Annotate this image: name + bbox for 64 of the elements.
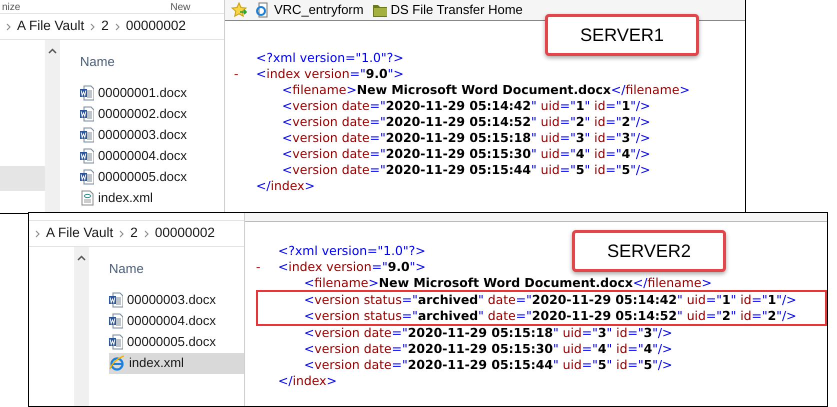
xml-line: </index> xyxy=(256,176,315,195)
word-document-icon xyxy=(109,313,123,329)
name-column-header[interactable]: Name xyxy=(80,52,224,72)
chevron-icon xyxy=(90,22,96,30)
server-label: SERVER1 xyxy=(545,14,699,56)
chevron-icon xyxy=(114,22,120,30)
xml-line: <version date="2020-11-29 05:14:42" uid="1" id="1"/> xyxy=(282,96,650,115)
xml-line: <version status="archived" date="2020-11-29 05:14:52" uid="2" id="2"/> xyxy=(304,306,797,325)
file-row[interactable]: 00000001.docx xyxy=(80,82,224,104)
breadcrumb-item[interactable]: 2 xyxy=(101,16,109,37)
file-row[interactable]: 00000003.docx xyxy=(80,124,224,146)
file-row[interactable]: index.xml xyxy=(109,352,244,374)
xml-line: <version date="2020-11-29 05:15:30" uid="4" id="4"/> xyxy=(282,144,650,163)
xml-line: <version date="2020-11-29 05:15:44" uid="5" id="5"/> xyxy=(304,356,672,374)
chevron-icon xyxy=(35,230,40,238)
chevron-icon xyxy=(6,22,11,30)
browser-e-icon xyxy=(109,355,125,371)
xml-line: </index> xyxy=(278,372,337,390)
file-row[interactable]: 00000004.docx xyxy=(109,310,244,332)
xml-line: <?xml version="1.0"?> xyxy=(256,48,404,67)
name-column-header[interactable]: Name xyxy=(109,259,244,278)
file-row[interactable]: 00000005.docx xyxy=(109,332,244,352)
xml-line: <filename>New Microsoft Word Document.docx</filename> xyxy=(304,274,712,292)
xml-line: <version date="2020-11-29 05:15:44" uid="5" id="5"/> xyxy=(282,160,650,179)
chevron-icon xyxy=(119,230,124,238)
xml-line: <?xml version="1.0"?> xyxy=(278,242,426,260)
favorites-star-icon[interactable] xyxy=(231,2,247,18)
file-row[interactable]: index.xml xyxy=(80,188,224,208)
ribbon-label[interactable]: nize xyxy=(2,3,20,13)
file-row[interactable]: 00000002.docx xyxy=(80,104,224,124)
xml-line: <index version="9.0"> xyxy=(278,258,426,276)
xml-line: <filename>New Microsoft Word Document.docx</filename> xyxy=(282,80,690,99)
file-row[interactable]: 00000004.docx xyxy=(80,146,224,166)
server-label: SERVER2 xyxy=(572,230,726,272)
xml-line: <version date="2020-11-29 05:14:52" uid="2" id="2"/> xyxy=(282,112,650,131)
breadcrumb-item[interactable]: 00000002 xyxy=(126,16,186,37)
favorite-link[interactable]: DS File Transfer Home xyxy=(372,0,523,20)
ribbon-label[interactable]: New xyxy=(170,3,190,13)
file-row[interactable]: 00000003.docx xyxy=(109,290,244,310)
word-document-icon xyxy=(80,106,94,122)
word-document-icon xyxy=(109,334,123,350)
breadcrumb-item[interactable]: A File Vault xyxy=(46,223,114,244)
word-document-icon xyxy=(80,148,94,164)
xml-line: <index version="9.0"> xyxy=(256,64,404,83)
scroll-up-icon[interactable] xyxy=(48,48,57,54)
word-document-icon xyxy=(80,85,94,101)
breadcrumb-item[interactable]: 00000002 xyxy=(154,223,215,244)
xml-line: <version date="2020-11-29 05:15:30" uid="4" id="4"/> xyxy=(304,340,672,358)
xml-line: <version status="archived" date="2020-11-29 05:14:42" uid="1" id="1"/> xyxy=(304,290,797,309)
scroll-up-icon[interactable] xyxy=(77,255,86,261)
breadcrumb-item[interactable]: A File Vault xyxy=(17,16,84,37)
collapse-toggle[interactable]: - xyxy=(256,258,260,274)
word-document-icon xyxy=(80,127,94,143)
folder-icon xyxy=(372,2,388,18)
word-document-icon xyxy=(80,169,94,185)
xml-line: <version date="2020-11-29 05:15:18" uid="3" id="3"/> xyxy=(282,128,650,147)
word-document-icon xyxy=(109,292,123,308)
xml-line: <version date="2020-11-29 05:15:18" uid="3" id="3"/> xyxy=(304,324,672,342)
chevron-icon xyxy=(144,230,149,238)
breadcrumb-item[interactable]: 2 xyxy=(130,223,138,244)
xml-file-icon xyxy=(80,190,94,206)
collapse-toggle[interactable]: - xyxy=(234,66,238,81)
file-row[interactable]: 00000005.docx xyxy=(80,166,224,188)
favorite-link[interactable]: VRC_entryform xyxy=(255,0,364,20)
